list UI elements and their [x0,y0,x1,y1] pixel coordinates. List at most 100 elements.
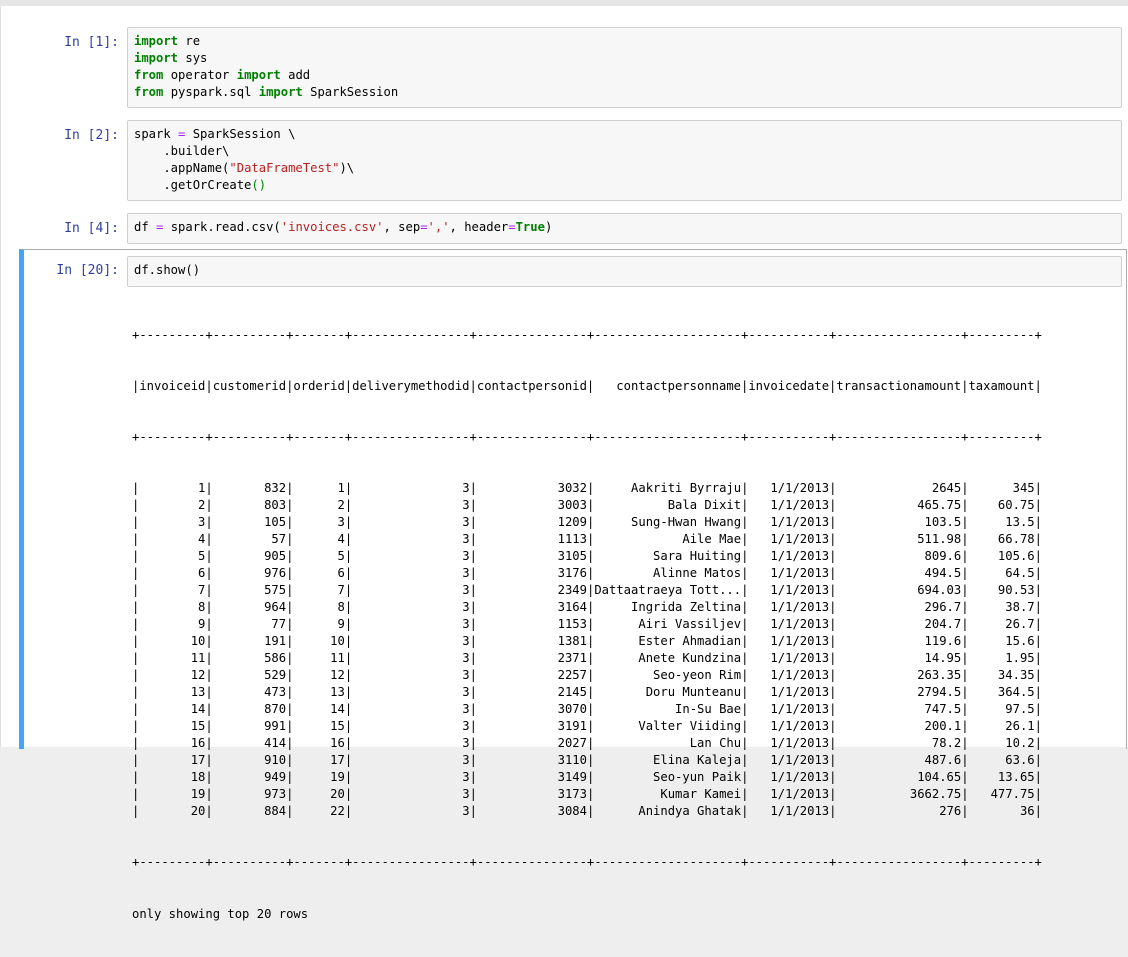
table-cell-orderid: 22 [293,804,345,818]
table-cell-customerid: 976 [212,566,287,580]
table-cell-contactpersonid: 3176 [476,566,587,580]
code-token: .getOrCreate [134,178,252,192]
table-cell-invoiceid: 3 [139,515,206,529]
output-footer: only showing top 20 rows [132,907,309,921]
code-token: from [134,85,164,99]
table-cell-invoicedate: 1/1/2013 [748,515,830,529]
table-cell-invoiceid: 17 [139,753,206,767]
table-cell-contactpersonname: Valter Viiding [594,719,742,733]
table-cell-taxamount: 63.6 [968,753,1035,767]
table-cell-customerid: 575 [212,583,287,597]
table-cell-customerid: 529 [212,668,287,682]
table-cell-contactpersonname: Aile Mae [594,532,742,546]
code-token: () [251,178,267,192]
table-cell-orderid: 9 [293,617,345,631]
code-token: True [515,220,545,234]
table-cell-invoicedate: 1/1/2013 [748,634,830,648]
code-input[interactable]: df = spark.read.csv('invoices.csv', sep=… [127,213,1122,244]
table-cell-taxamount: 38.7 [968,600,1035,614]
code-token: import [134,51,179,65]
table-cell-customerid: 973 [212,787,287,801]
table-cell-contactpersonid: 2145 [476,685,587,699]
table-row: | 15| 991| 15| 3| 3191| Valter Viiding| … [132,719,1042,733]
table-cell-customerid: 905 [212,549,287,563]
table-cell-contactpersonname: Seo-yeon Rim [594,668,742,682]
table-cell-invoiceid: 2 [139,498,206,512]
table-cell-taxamount: 13.5 [968,515,1035,529]
code-token: ',' [427,220,450,234]
code-token: )\ [339,161,355,175]
code-cell-1[interactable]: In [1]: import re import sys from operator… [19,27,1127,109]
table-cell-customerid: 473 [212,685,287,699]
table-cell-transactionamount: 119.6 [836,634,962,648]
code-cell-3[interactable]: In [4]: df = spark.read.csv('invoices.cs… [19,213,1127,244]
table-cell-taxamount: 10.2 [968,736,1035,750]
table-cell-taxamount: 477.75 [968,787,1035,801]
table-cell-deliverymethodid: 3 [352,668,470,682]
code-token: , header [449,220,509,234]
table-cell-customerid: 77 [212,617,287,631]
table-cell-deliverymethodid: 3 [352,702,470,716]
code-input[interactable]: import re import sys from operator import … [127,27,1122,108]
table-separator: +---------+----------+-------+----------… [132,328,1042,342]
table-cell-contactpersonid: 3084 [476,804,587,818]
code-token: df [134,220,157,234]
table-row: | 5| 905| 5| 3| 3105| Sara Huiting| 1/1/… [132,549,1042,563]
table-cell-orderid: 6 [293,566,345,580]
code-token: import [258,85,303,99]
table-cell-transactionamount: 263.35 [836,668,962,682]
table-cell-contactpersonid: 1113 [476,532,587,546]
cell-prompt: In [4]: [64,221,119,236]
table-cell-contactpersonid: 3105 [476,549,587,563]
code-text: spark = SparkSession \ .builder\ .appNam… [134,126,1115,194]
code-text: df.show() [134,262,1115,279]
table-cell-transactionamount: 104.65 [836,770,962,784]
table-cell-orderid: 3 [293,515,345,529]
table-row: | 12| 529| 12| 3| 2257| Seo-yeon Rim| 1/… [132,668,1042,682]
code-token: import [236,68,281,82]
table-cell-invoicedate: 1/1/2013 [748,532,830,546]
table-cell-invoicedate: 1/1/2013 [748,770,830,784]
table-cell-taxamount: 26.7 [968,617,1035,631]
table-row: | 13| 473| 13| 3| 2145| Doru Munteanu| 1… [132,685,1042,699]
table-cell-invoicedate: 1/1/2013 [748,719,830,733]
table-cell-invoiceid: 14 [139,702,206,716]
table-cell-invoicedate: 1/1/2013 [748,617,830,631]
code-line: df = spark.read.csv('invoices.csv', sep=… [134,219,1115,236]
table-cell-deliverymethodid: 3 [352,634,470,648]
table-cell-contactpersonname: Sara Huiting [594,549,742,563]
table-cell-orderid: 10 [293,634,345,648]
table-header: |invoiceid|customerid|orderid|deliveryme… [132,379,1042,393]
table-cell-customerid: 191 [212,634,287,648]
table-cell-invoicedate: 1/1/2013 [748,804,830,818]
table-cell-invoiceid: 18 [139,770,206,784]
table-cell-transactionamount: 809.6 [836,549,962,563]
table-cell-orderid: 17 [293,753,345,767]
table-cell-contactpersonname: Alinne Matos [594,566,742,580]
table-cell-orderid: 13 [293,685,345,699]
code-token: spark [134,127,179,141]
code-token: spark.read.csv( [163,220,281,234]
table-cell-invoiceid: 6 [139,566,206,580]
table-cell-transactionamount: 494.5 [836,566,962,580]
table-cell-customerid: 910 [212,753,287,767]
table-cell-transactionamount: 2794.5 [836,685,962,699]
table-cell-contactpersonid: 2257 [476,668,587,682]
table-row: | 1| 832| 1| 3| 3032| Aakriti Byrraju| 1… [132,481,1042,495]
table-row: | 16| 414| 16| 3| 2027| Lan Chu| 1/1/201… [132,736,1042,750]
code-cell-4-selected[interactable]: In [20]: df.show() +---------+----------… [19,249,1127,921]
table-cell-deliverymethodid: 3 [352,685,470,699]
table-cell-taxamount: 15.6 [968,634,1035,648]
table-cell-deliverymethodid: 3 [352,498,470,512]
table-cell-invoicedate: 1/1/2013 [748,600,830,614]
table-separator: +---------+----------+-------+----------… [132,430,1042,444]
table-cell-taxamount: 105.6 [968,549,1035,563]
table-row: | 18| 949| 19| 3| 3149| Seo-yun Paik| 1/… [132,770,1042,784]
table-cell-orderid: 20 [293,787,345,801]
code-input[interactable]: df.show() [127,256,1122,287]
table-cell-invoiceid: 11 [139,651,206,665]
code-cell-2[interactable]: In [2]: spark = SparkSession \ .builder\… [19,120,1127,202]
code-input[interactable]: spark = SparkSession \ .builder\ .appNam… [127,120,1122,201]
table-cell-contactpersonid: 3149 [476,770,587,784]
table-cell-orderid: 15 [293,719,345,733]
